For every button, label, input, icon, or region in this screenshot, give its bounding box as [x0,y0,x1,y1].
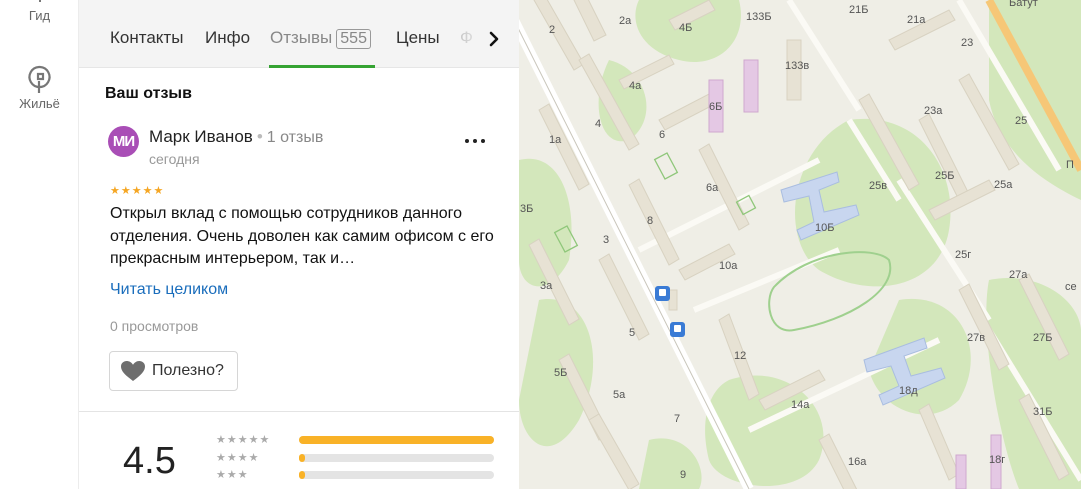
org-panel: Контакты Инфо Отзывы555 Цены Ф Ваш отзыв… [79,0,519,489]
map-label: 4 [595,118,601,130]
tab-prices[interactable]: Цены [396,28,440,48]
avatar[interactable]: МИ [108,126,139,157]
rail-item-guide[interactable]: Гид [0,0,79,23]
app-root: Гид Жильё Контакты Инфо Отзывы555 Цены Ф… [0,0,1081,489]
map-label: 14а [791,399,810,411]
left-rail: Гид Жильё [0,0,79,489]
rating-bar-fill [299,454,305,462]
rating-row-stars: ★★★★★ [216,434,271,446]
map-label: Батут [1009,0,1038,9]
map-label: 1а [549,134,562,146]
map-label: П [1066,159,1074,171]
map-label: 18д [899,385,918,397]
map-label: 16а [848,456,867,468]
tab-bar: Контакты Инфо Отзывы555 Цены Ф [79,0,519,68]
map-label: 27в [967,332,985,344]
views-count: 0 просмотров [110,318,199,334]
map-label: 12 [734,350,746,362]
map-label: 5а [613,389,626,401]
map-label: 2а [619,15,632,27]
map-label: 25г [955,249,971,261]
divider [79,411,519,412]
map-label: 6 [659,129,665,141]
rating-bar-fill [299,471,305,479]
rating-row-stars: ★★★★ [216,452,260,464]
tab-reviews[interactable]: Отзывы 555 [270,28,371,49]
map-label: 10Б [815,222,834,234]
rating-bar [299,471,494,479]
rail-item-housing[interactable]: Жильё [0,64,79,111]
map-label: 4Б [679,22,692,34]
rating-bar [299,454,494,462]
rail-item-housing-label: Жильё [19,96,60,111]
map-label: 18г [989,454,1005,466]
map-label: 2 [549,24,555,36]
review-text: Открыл вклад с помощью сотрудников данно… [110,205,494,267]
map-label: 6Б [709,101,722,113]
rating-row-stars: ★★★ [216,469,249,481]
guide-icon [38,0,41,2]
author-name[interactable]: Марк Иванов [149,127,253,146]
more-options-icon[interactable] [463,130,487,150]
rail-item-guide-label: Гид [28,8,51,23]
useful-label: Полезно? [152,362,224,379]
map-label: 9 [680,469,686,481]
review-author: Марк Иванов • 1 отзыв [149,127,323,147]
map-label: 25Б [935,170,954,182]
map-label: 133в [785,60,809,72]
useful-button[interactable]: Полезно? [109,351,238,391]
heart-icon [121,361,145,381]
tab-reviews-label: Отзывы [270,28,333,47]
map-label: 23а [924,105,943,117]
map-label: 3 [603,234,609,246]
map-label: 7 [674,413,680,425]
map-label: 6а [706,182,719,194]
chevron-right-icon[interactable] [483,28,505,50]
read-more-link[interactable]: Читать целиком [110,281,228,299]
map-label: 5Б [554,367,567,379]
map-label: 8 [647,215,653,227]
map-label: 27а [1009,269,1028,281]
map-label: 21Б [849,4,868,16]
map-view[interactable]: 2 2а 4Б 133Б 21Б 21а 23 Батут 133в 4а 6Б 1а 4 23а 25 П 6… [519,0,1081,489]
rating-bar-fill [299,436,494,444]
tab-info[interactable]: Инфо [205,28,250,48]
map-label: 3Б [520,203,533,215]
map-label: 133Б [746,11,772,23]
map-canvas[interactable]: 2 2а 4Б 133Б 21Б 21а 23 Батут 133в 4а 6Б 1а 4 23а 25 П 6… [519,0,1081,489]
map-label: 10а [719,260,738,272]
rating-value: 4.5 [123,440,176,482]
review-stars: ★★★★★ [110,185,165,197]
tab-contacts[interactable]: Контакты [110,28,183,48]
author-review-count: 1 отзыв [266,129,324,146]
map-label: 3а [540,280,553,292]
housing-icon [27,65,51,93]
review-date: сегодня [149,151,200,167]
rating-bar [299,436,494,444]
map-label: 21а [907,14,926,26]
reviews-count-badge: 555 [336,29,371,49]
map-label: 23 [961,37,973,49]
your-review-heading: Ваш отзыв [105,85,192,102]
author-separator: • [256,127,263,146]
map-label: 25в [869,180,887,192]
map-label: 25 [1015,115,1027,127]
map-label: 5 [629,327,635,339]
map-label: 31Б [1033,406,1052,418]
map-label: се [1065,281,1077,293]
map-label: 25а [994,179,1013,191]
map-label: 4а [629,80,642,92]
active-tab-underline [269,65,375,68]
map-label: 27Б [1033,332,1052,344]
